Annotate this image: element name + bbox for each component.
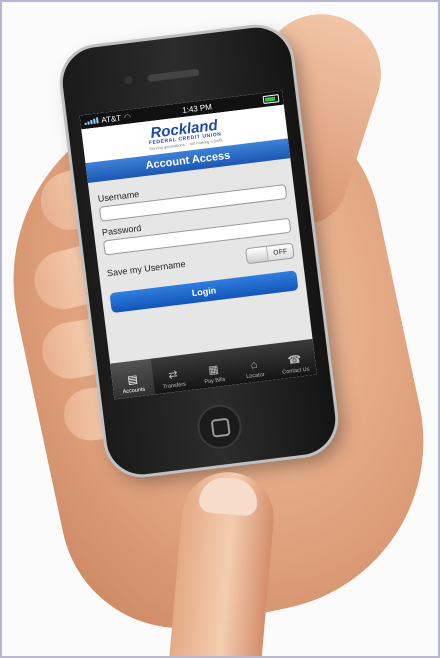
tab-contact-us[interactable]: ☎ Contact Us <box>272 339 317 380</box>
tab-label: Locator <box>245 371 265 381</box>
tab-label: Pay Bills <box>204 376 226 386</box>
contact-us-icon: ☎ <box>287 353 303 367</box>
accounts-icon: ▤ <box>126 373 139 387</box>
home-square-icon <box>210 417 231 438</box>
tab-transfers[interactable]: ⇄ Transfers <box>151 354 196 395</box>
tab-locator[interactable]: ⌂ Locator <box>232 344 277 385</box>
photo-frame: AT&T ◠ 1:43 PM Rockland FEDERAL CREDIT U… <box>0 0 440 658</box>
tab-label: Contact Us <box>282 366 310 376</box>
save-username-toggle[interactable]: OFF <box>245 242 295 265</box>
tab-bar: ▤ Accounts ⇄ Transfers ▦ Pay Bills ⌂ Loc… <box>110 338 317 400</box>
save-username-label: Save my Username <box>106 258 187 279</box>
status-time: 1:43 PM <box>181 101 213 115</box>
signal-bars-icon <box>84 117 99 125</box>
battery-icon <box>262 94 280 105</box>
fingernail <box>198 475 260 517</box>
transfers-icon: ⇄ <box>167 368 179 382</box>
wifi-icon: ◠ <box>123 111 132 122</box>
tab-label: Accounts <box>122 386 146 396</box>
earpiece-speaker <box>147 68 200 82</box>
tab-label: Transfers <box>162 381 187 391</box>
tab-accounts[interactable]: ▤ Accounts <box>110 358 155 400</box>
toggle-knob <box>246 246 269 264</box>
login-form: Username Password Save my Username OFF L… <box>88 158 307 314</box>
tab-pay-bills[interactable]: ▦ Pay Bills <box>191 349 236 390</box>
toggle-state-label: OFF <box>272 247 288 257</box>
pay-bills-icon: ▦ <box>207 363 220 377</box>
front-camera-icon <box>124 75 134 85</box>
home-button[interactable] <box>195 402 245 452</box>
locator-icon: ⌂ <box>250 358 259 372</box>
phone-screen: AT&T ◠ 1:43 PM Rockland FEDERAL CREDIT U… <box>79 90 317 400</box>
carrier-name: AT&T <box>100 113 122 125</box>
